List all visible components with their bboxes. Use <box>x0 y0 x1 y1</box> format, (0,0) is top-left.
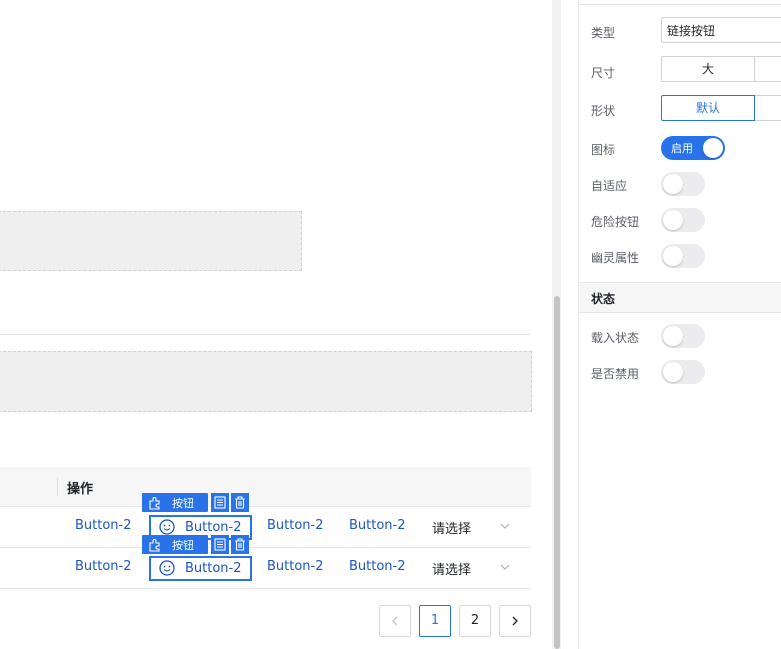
selected-button[interactable]: Button-2 <box>149 556 252 581</box>
size-option-large[interactable]: 大 <box>661 56 755 82</box>
danger-toggle[interactable] <box>661 208 705 232</box>
component-tag-label: 按钮 <box>172 497 194 510</box>
column-divider <box>57 478 58 496</box>
copy-icon <box>214 496 226 509</box>
chevron-down-icon[interactable] <box>500 521 510 531</box>
pagination-prev-button[interactable] <box>379 605 411 637</box>
trash-icon <box>235 496 245 509</box>
shape-label: 形状 <box>591 104 616 118</box>
link-button[interactable]: Button-2 <box>75 559 132 574</box>
icon-toggle-text: 启用 <box>671 142 693 155</box>
trash-icon <box>235 538 245 551</box>
divider <box>579 4 781 5</box>
pagination-page-1[interactable]: 1 <box>419 605 451 637</box>
link-button[interactable]: Button-2 <box>267 559 324 574</box>
disabled-toggle[interactable] <box>661 360 705 384</box>
divider <box>0 334 531 335</box>
link-button[interactable]: Button-2 <box>267 518 324 533</box>
select-placeholder[interactable]: 请选择 <box>432 559 471 578</box>
adaptive-toggle[interactable] <box>661 172 705 196</box>
pagination-next-button[interactable] <box>499 605 531 637</box>
toggle-knob <box>663 174 683 194</box>
component-tag-label: 按钮 <box>172 539 194 552</box>
data-table: 操作 Button-2 Button-2 Button-2 Button-2 请… <box>0 467 531 589</box>
shape-option-next[interactable] <box>755 95 781 121</box>
type-label: 类型 <box>591 26 616 40</box>
toggle-knob <box>663 246 683 266</box>
smile-icon <box>159 519 175 535</box>
loading-toggle[interactable] <box>661 324 705 348</box>
delete-button[interactable] <box>231 493 249 512</box>
property-panel: 类型 链接按钮 尺寸 大 形状 默认 图标 启用 自适应 危险按钮 幽灵属性 状… <box>578 0 781 649</box>
canvas-scrollbar-thumb[interactable] <box>554 296 560 649</box>
component-tag[interactable]: 按钮 <box>142 535 208 554</box>
puzzle-icon <box>149 539 160 552</box>
ghost-toggle[interactable] <box>661 244 705 268</box>
toggle-knob <box>663 210 683 230</box>
puzzle-icon <box>149 497 160 510</box>
disabled-label: 是否禁用 <box>591 367 640 381</box>
table-header: 操作 <box>0 467 531 507</box>
selected-button-label: Button-2 <box>185 520 242 535</box>
toggle-knob <box>663 362 683 382</box>
empty-container-placeholder[interactable] <box>0 211 302 271</box>
size-option-next[interactable] <box>754 56 781 82</box>
copy-button[interactable] <box>211 493 229 512</box>
chevron-right-icon <box>512 616 518 626</box>
copy-icon <box>214 538 226 551</box>
empty-container-placeholder[interactable] <box>0 351 532 412</box>
size-label: 尺寸 <box>591 66 616 80</box>
adaptive-label: 自适应 <box>591 179 628 193</box>
link-button[interactable]: Button-2 <box>349 559 406 574</box>
link-button[interactable]: Button-2 <box>75 518 132 533</box>
icon-toggle[interactable]: 启用 <box>661 136 725 160</box>
select-placeholder[interactable]: 请选择 <box>432 518 471 537</box>
state-section-title: 状态 <box>591 292 616 306</box>
smile-icon <box>159 560 175 576</box>
design-canvas: 操作 Button-2 Button-2 Button-2 Button-2 请… <box>0 0 552 649</box>
state-section-header[interactable]: 状态 <box>579 282 781 313</box>
type-select[interactable]: 链接按钮 <box>661 17 781 43</box>
toggle-knob <box>663 326 683 346</box>
column-header-operation: 操作 <box>67 482 94 497</box>
pagination-page-2[interactable]: 2 <box>459 605 491 637</box>
table-row: Button-2 Button-2 Button-2 Button-2 请选择 <box>0 548 531 589</box>
danger-label: 危险按钮 <box>591 215 640 229</box>
icon-label: 图标 <box>591 143 616 157</box>
table-row: Button-2 Button-2 Button-2 Button-2 请选择 <box>0 507 531 548</box>
ghost-label: 幽灵属性 <box>591 251 640 265</box>
component-tag[interactable]: 按钮 <box>142 493 208 512</box>
toggle-knob <box>703 138 723 158</box>
loading-label: 载入状态 <box>591 331 640 345</box>
copy-button[interactable] <box>211 535 229 554</box>
delete-button[interactable] <box>231 535 249 554</box>
chevron-down-icon[interactable] <box>500 562 510 572</box>
link-button[interactable]: Button-2 <box>349 518 406 533</box>
selected-button-label: Button-2 <box>185 561 242 576</box>
chevron-left-icon <box>392 616 398 626</box>
shape-option-default[interactable]: 默认 <box>661 95 755 121</box>
